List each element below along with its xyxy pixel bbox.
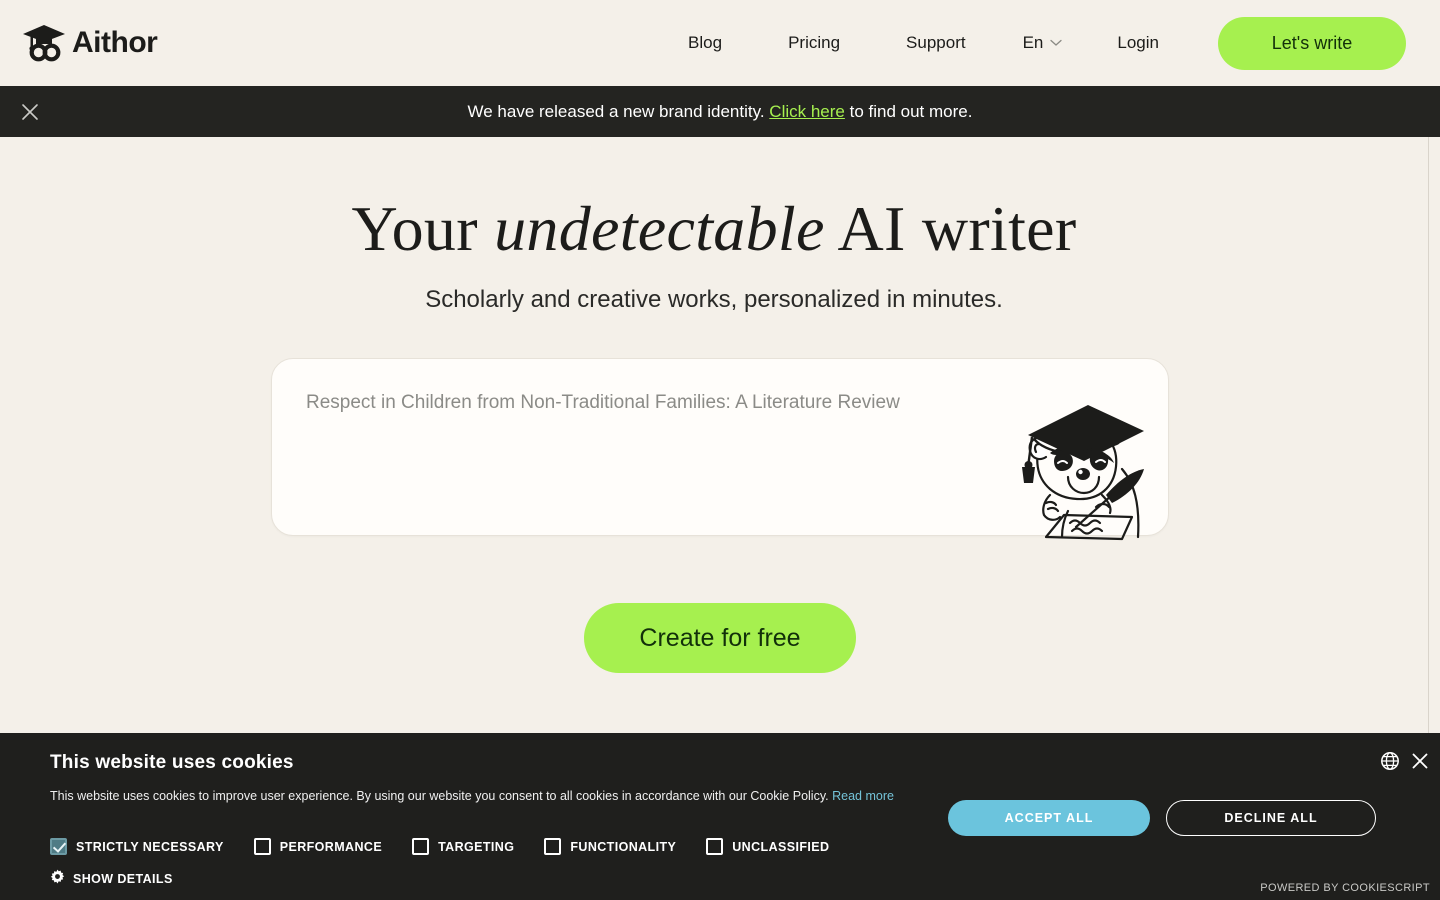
brand-name: Aithor bbox=[72, 26, 158, 59]
headline-italic: undetectable bbox=[494, 193, 825, 264]
announcement-text-before: We have released a new brand identity. bbox=[467, 101, 770, 121]
cookie-close-icon[interactable] bbox=[1409, 750, 1431, 772]
powered-by-label: POWERED BY COOKIESCRIPT bbox=[1260, 882, 1430, 894]
page-root: Aithor Blog Pricing Support En Login Let… bbox=[0, 0, 1440, 900]
cookie-category-unclassified[interactable]: UNCLASSIFIED bbox=[706, 838, 829, 855]
cookie-category-list: STRICTLY NECESSARY PERFORMANCE TARGETING… bbox=[50, 838, 829, 855]
accept-all-button[interactable]: ACCEPT ALL bbox=[948, 800, 1150, 836]
cookie-category-label: PERFORMANCE bbox=[279, 839, 383, 854]
checkbox-icon[interactable] bbox=[544, 838, 562, 855]
hero-section: Your undetectable AI writer Scholarly an… bbox=[0, 137, 1428, 314]
checkbox-icon[interactable] bbox=[412, 838, 430, 855]
show-details-label: SHOW DETAILS bbox=[73, 872, 173, 886]
chevron-down-icon bbox=[1050, 39, 1063, 47]
cookie-category-strictly-necessary[interactable]: STRICTLY NECESSARY bbox=[50, 838, 224, 855]
decline-all-button[interactable]: DECLINE ALL bbox=[1166, 800, 1376, 836]
cookie-category-label: UNCLASSIFIED bbox=[732, 839, 830, 854]
globe-icon[interactable] bbox=[1379, 750, 1401, 772]
cookie-banner-title: This website uses cookies bbox=[50, 752, 294, 773]
page-scrollbar[interactable] bbox=[1428, 137, 1440, 733]
brand-logo[interactable]: Aithor bbox=[22, 23, 158, 63]
site-header: Aithor Blog Pricing Support En Login Let… bbox=[0, 0, 1428, 86]
create-for-free-button[interactable]: Create for free bbox=[584, 603, 856, 673]
headline-part1: Your bbox=[351, 193, 495, 264]
cookie-category-label: TARGETING bbox=[438, 839, 515, 854]
nav-support[interactable]: Support bbox=[873, 25, 999, 61]
cookie-category-label: STRICTLY NECESSARY bbox=[76, 839, 224, 854]
prompt-input[interactable] bbox=[306, 392, 1006, 414]
page-title: Your undetectable AI writer bbox=[0, 193, 1428, 265]
checkbox-checked-icon[interactable] bbox=[50, 838, 67, 855]
close-icon[interactable] bbox=[16, 98, 44, 126]
prompt-card[interactable] bbox=[271, 358, 1169, 541]
show-details-button[interactable]: SHOW DETAILS bbox=[50, 869, 173, 889]
page-subtitle: Scholarly and creative works, personaliz… bbox=[425, 285, 1003, 313]
nav-pricing[interactable]: Pricing bbox=[755, 25, 873, 61]
gear-icon bbox=[50, 869, 65, 889]
cookie-banner-description: This website uses cookies to improve use… bbox=[50, 787, 895, 806]
lets-write-button[interactable]: Let's write bbox=[1218, 16, 1406, 70]
checkbox-icon[interactable] bbox=[253, 838, 271, 855]
cookie-category-label: FUNCTIONALITY bbox=[570, 839, 677, 854]
language-label: En bbox=[1022, 33, 1044, 52]
announcement-banner: We have released a new brand identity. C… bbox=[0, 86, 1440, 137]
cookie-action-buttons: ACCEPT ALL DECLINE ALL bbox=[948, 800, 1376, 836]
language-selector[interactable]: En bbox=[999, 25, 1085, 61]
main-navigation: Blog Pricing Support En Login Let's writ… bbox=[655, 16, 1406, 70]
headline-part2: AI writer bbox=[824, 193, 1077, 264]
nav-blog[interactable]: Blog bbox=[655, 25, 755, 61]
cookie-description-text: This website uses cookies to improve use… bbox=[50, 789, 833, 803]
nav-login[interactable]: Login bbox=[1084, 25, 1192, 61]
graduation-cap-infinity-icon bbox=[22, 23, 66, 63]
announcement-text-after: to find out more. bbox=[844, 101, 973, 121]
announcement-link[interactable]: Click here bbox=[769, 102, 845, 121]
cookie-category-targeting[interactable]: TARGETING bbox=[412, 838, 514, 855]
announcement-text: We have released a new brand identity. C… bbox=[468, 102, 973, 122]
cookie-category-functionality[interactable]: FUNCTIONALITY bbox=[544, 838, 676, 855]
checkbox-icon[interactable] bbox=[706, 838, 724, 855]
cookie-read-more-link[interactable]: Read more bbox=[832, 789, 894, 803]
cookie-category-performance[interactable]: PERFORMANCE bbox=[253, 838, 383, 855]
